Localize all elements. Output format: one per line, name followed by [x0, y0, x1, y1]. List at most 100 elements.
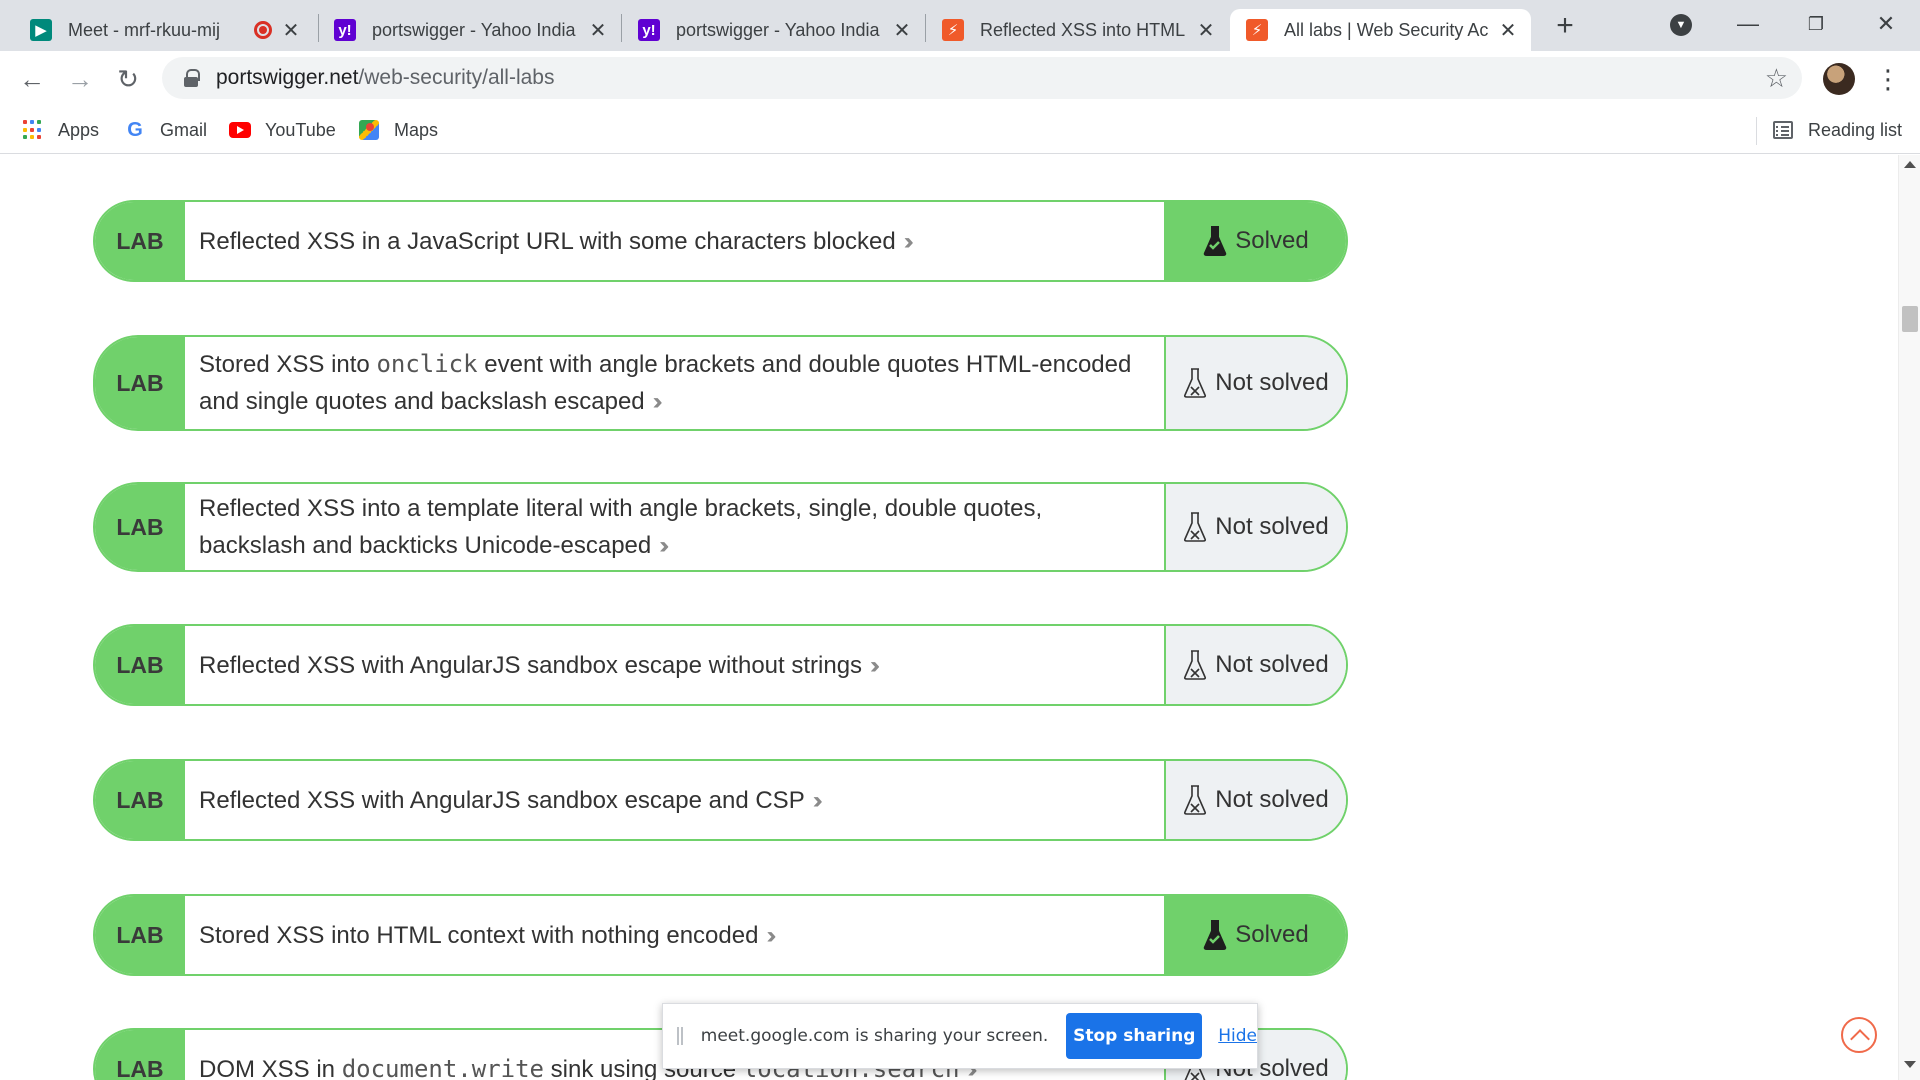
- drag-handle-icon[interactable]: [677, 1027, 683, 1045]
- lab-title-link[interactable]: Reflected XSS into a template literal wi…: [185, 484, 1166, 570]
- lab-title-text: Stored XSS into HTML context with nothin…: [199, 921, 759, 949]
- restore-button[interactable]: ❐: [1796, 6, 1836, 42]
- url-path: /web-security/all-labs: [358, 66, 555, 89]
- lab-tag: LAB: [95, 626, 185, 704]
- close-tab-icon[interactable]: ✕: [1195, 18, 1217, 43]
- tab-title: All labs | Web Security Ac: [1284, 19, 1489, 40]
- browser-toolbar: ← → ↻ portswigger.net/web-security/all-l…: [0, 51, 1920, 107]
- tab-all-labs[interactable]: ⚡ All labs | Web Security Ac ✕: [1230, 9, 1531, 51]
- url-text: portswigger.net/web-security/all-labs: [216, 66, 555, 90]
- youtube-icon: [229, 119, 251, 141]
- bookmark-label: YouTube: [265, 119, 336, 140]
- close-window-button[interactable]: ✕: [1866, 6, 1906, 42]
- scroll-up-arrow-icon[interactable]: [1904, 161, 1916, 168]
- double-chevron-icon: ››: [870, 651, 880, 679]
- lab-title-text: Reflected XSS in a JavaScript URL with s…: [199, 227, 896, 255]
- bookmark-maps[interactable]: Maps: [358, 115, 438, 145]
- reload-button[interactable]: ↻: [110, 61, 146, 97]
- reading-list-label: Reading list: [1808, 119, 1903, 140]
- status-label: Solved: [1235, 921, 1309, 948]
- flask-not-solved-icon: [1183, 649, 1207, 681]
- bookmark-apps[interactable]: Apps: [22, 115, 99, 145]
- page-content: LAB Reflected XSS in a JavaScript URL wi…: [0, 155, 1898, 1080]
- maps-icon: [358, 119, 380, 141]
- yahoo-icon: y!: [638, 19, 660, 41]
- lab-title-text: DOM XSS in: [199, 1055, 342, 1080]
- lab-card[interactable]: LAB Reflected XSS with AngularJS sandbox…: [93, 759, 1348, 841]
- screen-sharing-bar: meet.google.com is sharing your screen. …: [662, 1003, 1258, 1069]
- status-label: Solved: [1235, 227, 1309, 254]
- reading-list-icon: [1772, 119, 1794, 141]
- lab-tag: LAB: [95, 202, 185, 280]
- close-tab-icon[interactable]: ✕: [587, 18, 609, 43]
- bookmark-gmail[interactable]: G Gmail: [124, 115, 207, 145]
- address-bar[interactable]: portswigger.net/web-security/all-labs ☆: [162, 57, 1802, 99]
- flask-solved-icon: [1203, 919, 1227, 951]
- lab-status-not-solved: Not solved: [1166, 761, 1346, 839]
- lab-title-link[interactable]: Reflected XSS with AngularJS sandbox esc…: [185, 761, 1166, 839]
- lab-card[interactable]: LAB Stored XSS into HTML context with no…: [93, 894, 1348, 976]
- stop-sharing-button[interactable]: Stop sharing: [1066, 1013, 1203, 1059]
- lab-card[interactable]: LAB Reflected XSS into a template litera…: [93, 482, 1348, 572]
- bookmark-youtube[interactable]: YouTube: [229, 115, 336, 145]
- lab-title-link[interactable]: Stored XSS into HTML context with nothin…: [185, 896, 1166, 974]
- back-to-top-icon[interactable]: [1841, 1017, 1877, 1053]
- profile-avatar[interactable]: [1823, 63, 1855, 95]
- new-tab-button[interactable]: +: [1548, 10, 1582, 44]
- lab-title-link[interactable]: Stored XSS into onclick event with angle…: [185, 337, 1166, 429]
- tab-yahoo-2[interactable]: y! portswigger - Yahoo India ✕: [622, 9, 925, 51]
- lock-icon[interactable]: [184, 69, 200, 87]
- lab-card[interactable]: LAB Reflected XSS with AngularJS sandbox…: [93, 624, 1348, 706]
- lab-title-link[interactable]: Reflected XSS with AngularJS sandbox esc…: [185, 626, 1166, 704]
- double-chevron-icon: ››: [659, 532, 669, 559]
- recording-icon: [254, 21, 272, 39]
- tab-meet[interactable]: ▶ Meet - mrf-rkuu-mij ✕: [14, 9, 314, 51]
- bookmark-label: Gmail: [160, 119, 208, 140]
- tab-yahoo-1[interactable]: y! portswigger - Yahoo India ✕: [318, 9, 621, 51]
- lab-card[interactable]: LAB Reflected XSS in a JavaScript URL wi…: [93, 200, 1348, 282]
- bookmark-label: Apps: [58, 119, 100, 140]
- lab-title-text: Reflected XSS into a template literal wi…: [199, 495, 1043, 559]
- yahoo-icon: y!: [334, 19, 356, 41]
- minimize-button[interactable]: —: [1728, 6, 1768, 42]
- hide-sharing-bar-link[interactable]: Hide: [1218, 1026, 1257, 1046]
- close-tab-icon[interactable]: ✕: [891, 18, 913, 43]
- tab-search-icon[interactable]: ▼: [1670, 14, 1692, 36]
- status-label: Not solved: [1215, 651, 1329, 678]
- url-host: portswigger.net: [216, 66, 359, 89]
- lab-title-code: document.write: [341, 1054, 544, 1080]
- close-tab-icon[interactable]: ✕: [1497, 18, 1519, 43]
- scrollbar-thumb[interactable]: [1902, 306, 1918, 332]
- tab-reflected-xss[interactable]: ⚡ Reflected XSS into HTML c ✕: [926, 9, 1229, 51]
- forward-button[interactable]: →: [62, 61, 98, 97]
- lab-card[interactable]: LAB Stored XSS into onclick event with a…: [93, 335, 1348, 431]
- bookmarks-separator: [1756, 117, 1757, 145]
- lab-status-not-solved: Not solved: [1166, 626, 1346, 704]
- flask-not-solved-icon: [1183, 784, 1207, 816]
- bookmarks-bar: Apps G Gmail YouTube Maps Reading list: [0, 107, 1920, 154]
- lab-tag: LAB: [95, 337, 185, 429]
- status-label: Not solved: [1215, 513, 1329, 540]
- tab-title: Reflected XSS into HTML c: [980, 19, 1187, 40]
- back-button[interactable]: ←: [14, 61, 50, 97]
- portswigger-icon: ⚡: [1246, 19, 1268, 41]
- status-label: Not solved: [1215, 369, 1329, 396]
- page-scrollbar[interactable]: [1898, 155, 1920, 1080]
- lab-title-text: Reflected XSS with AngularJS sandbox esc…: [199, 651, 863, 679]
- lab-status-solved: Solved: [1166, 202, 1346, 280]
- reading-list-button[interactable]: Reading list: [1772, 115, 1902, 145]
- bookmark-star-icon[interactable]: ☆: [1765, 63, 1788, 94]
- google-meet-icon: ▶: [30, 19, 52, 41]
- tab-strip: ▶ Meet - mrf-rkuu-mij ✕ y! portswigger -…: [0, 0, 1920, 51]
- lab-tag: LAB: [95, 1030, 185, 1080]
- scroll-down-arrow-icon[interactable]: [1904, 1061, 1916, 1068]
- lab-title-text: Stored XSS into: [199, 351, 377, 378]
- tab-title: portswigger - Yahoo India: [372, 19, 576, 40]
- close-tab-icon[interactable]: ✕: [280, 18, 302, 43]
- lab-title-link[interactable]: Reflected XSS in a JavaScript URL with s…: [185, 202, 1166, 280]
- tab-title: portswigger - Yahoo India: [676, 19, 880, 40]
- google-icon: G: [127, 118, 143, 141]
- menu-icon[interactable]: ⋮: [1875, 59, 1901, 99]
- double-chevron-icon: ››: [652, 388, 663, 415]
- lab-tag: LAB: [95, 896, 185, 974]
